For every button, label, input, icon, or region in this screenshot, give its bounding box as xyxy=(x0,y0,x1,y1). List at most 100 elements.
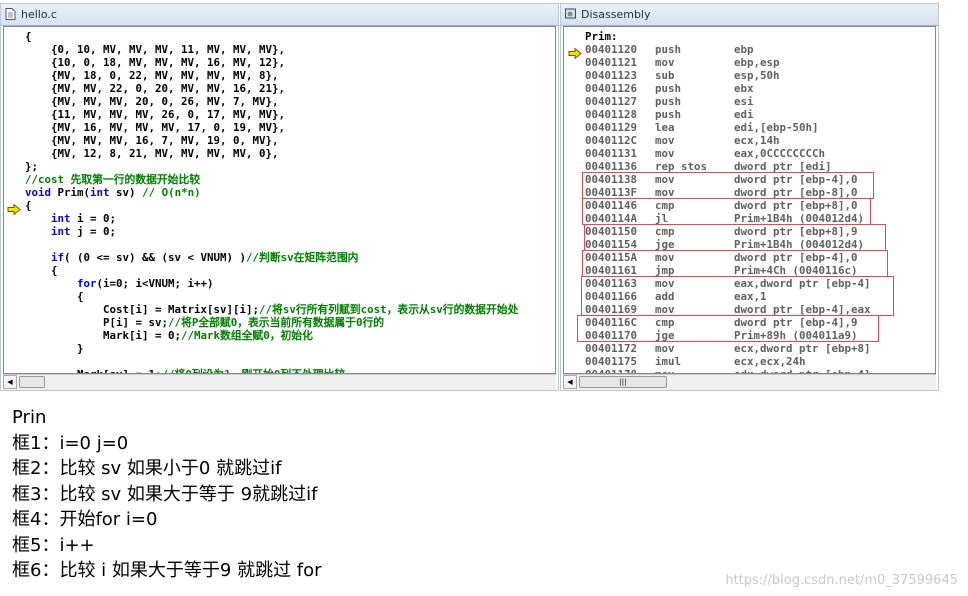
highlight-box xyxy=(582,198,871,225)
scroll-left-button[interactable]: ◀ xyxy=(3,375,17,389)
operands: ebp xyxy=(734,43,754,56)
keyword: int xyxy=(51,225,71,238)
note-line: 框2：比较 sv 如果小于0 就跳过if xyxy=(12,458,282,479)
code-text: { xyxy=(25,199,32,212)
address: 00401175 xyxy=(585,355,638,368)
code-line: { xyxy=(25,290,84,303)
code-text: }; xyxy=(25,160,39,173)
code-text: {10, 0, 18, MV, MV, MV, 16, MV, 12}, xyxy=(25,56,286,69)
scroll-thumb[interactable] xyxy=(19,376,45,388)
code-text: {MV, MV, 22, 0, 20, MV, MV, 16, 21}, xyxy=(25,82,286,95)
mnemonic: push xyxy=(655,82,682,95)
code-line: { xyxy=(25,30,32,43)
highlight-box xyxy=(577,315,879,342)
disassembly-row[interactable]: 00401121 mov ebp,esp xyxy=(564,56,934,69)
mnemonic: push xyxy=(655,43,682,56)
code-text: { xyxy=(25,290,84,303)
mnemonic: push xyxy=(655,108,682,121)
code-line: int i = 0; xyxy=(25,212,116,225)
code-line: {MV, MV, 22, 0, 20, MV, MV, 16, 21}, xyxy=(25,82,285,95)
code-line: Mark[i] = 0;//Mark数组全赋0，初始化 xyxy=(25,329,313,342)
mnemonic: imul xyxy=(655,355,682,368)
disassembly-row[interactable]: 00401123 sub esp,50h xyxy=(564,69,934,82)
disassembly-row[interactable]: 00401129 lea edi,[ebp-50h] xyxy=(564,121,934,134)
disassembly-row[interactable]: 00401128 push edi xyxy=(564,108,934,121)
note-line: 框6：比较 i 如果大于等于9 就跳过 for xyxy=(12,560,322,581)
current-line-arrow-icon xyxy=(7,200,21,216)
mnemonic: mov xyxy=(655,342,675,355)
note-line: 框3：比较 sv 如果大于等于 9就跳过if xyxy=(12,483,318,505)
address: 00401128 xyxy=(585,108,638,121)
code-text: i = 0; xyxy=(70,212,117,225)
code-text: { xyxy=(25,264,58,277)
address: 00401120 xyxy=(585,43,638,56)
code-text: (i=0; i<VNUM; i++) xyxy=(96,277,214,290)
disassembly-row[interactable]: 00401175 imul ecx,ecx,24h xyxy=(564,355,934,368)
keyword: int xyxy=(51,212,71,225)
code-text: ( (0 <= sv) && (sv < VNUM) ) xyxy=(64,251,247,264)
highlight-box xyxy=(582,172,874,199)
keyword: if xyxy=(51,251,65,264)
comment: //cost 先取第一行的数据开始比较 xyxy=(25,173,201,186)
horizontal-scrollbar[interactable]: ◀ xyxy=(3,374,556,390)
code-text: {MV, 16, MV, MV, MV, 17, 0, 19, MV}, xyxy=(25,121,286,134)
note-line: 框1：i=0 j=0 xyxy=(12,432,129,454)
source-title: hello.c xyxy=(21,8,57,21)
code-line: { xyxy=(25,199,32,212)
keyword: for xyxy=(77,277,97,290)
instruction-pointer-arrow-icon xyxy=(568,44,582,60)
code-text: Cost[i] = Matrix[sv][i]; xyxy=(25,303,260,316)
disassembly-row[interactable]: 00401127 push esi xyxy=(564,95,934,108)
address: 00401126 xyxy=(585,82,638,95)
comment: //Mark数组全赋0，初始化 xyxy=(181,329,313,342)
code-text: j = 0; xyxy=(70,225,117,238)
mnemonic: mov xyxy=(655,147,675,160)
disassembly-row[interactable]: 00401120 push ebp xyxy=(564,43,934,56)
address: 0040112C xyxy=(585,134,638,147)
mnemonic: mov xyxy=(655,134,675,147)
operands: eax,0CCCCCCCCh xyxy=(734,147,826,160)
disassembly-icon xyxy=(565,8,576,19)
disassembly-row[interactable]: 00401126 push ebx xyxy=(564,82,934,95)
disassembly-row[interactable]: 00401131 mov eax,0CCCCCCCCh xyxy=(564,147,934,160)
address: 00401121 xyxy=(585,56,638,69)
disassembly-view[interactable]: Prim: 00401120 push ebp 00401121 mov ebp,esp 00… xyxy=(563,26,936,374)
address: 00401172 xyxy=(585,342,638,355)
comment: //将sv行所有列赋到cost，表示从sv行的数据开始处 xyxy=(259,303,519,316)
disassembly-row[interactable]: 0040112C mov ecx,14h xyxy=(564,134,934,147)
keyword: int xyxy=(90,186,110,199)
code-text: {0, 10, MV, MV, MV, 11, MV, MV, MV}, xyxy=(25,43,286,56)
note-line: 框4：开始for i=0 xyxy=(12,509,158,530)
code-line: if( (0 <= sv) && (sv < VNUM) )//判断sv在矩阵范… xyxy=(25,251,358,264)
highlight-box xyxy=(584,224,886,251)
notes: Prin 框1：i=0 j=0 框2：比较 sv 如果小于0 就跳过if 框3：比较 … xyxy=(12,405,322,584)
disassembly-titlebar[interactable]: Disassembly xyxy=(561,4,938,26)
mnemonic: sub xyxy=(655,69,675,82)
code-line: //cost 先取第一行的数据开始比较 xyxy=(25,173,200,186)
keyword: void xyxy=(25,186,52,199)
mnemonic: mov xyxy=(655,56,675,69)
code-line: {MV, MV, MV, 20, 0, 26, MV, 7, MV}, xyxy=(25,95,279,108)
watermark: https://blog.csdn.net/m0_37599645 xyxy=(725,573,958,588)
code-line: {0, 10, MV, MV, MV, 11, MV, MV, MV}, xyxy=(25,43,285,56)
code-line: { xyxy=(25,264,58,277)
code-editor[interactable]: { {0, 10, MV, MV, MV, 11, MV, MV, MV}, {… xyxy=(3,26,556,374)
source-titlebar[interactable]: hello.c xyxy=(1,4,558,26)
code-line: Cost[i] = Matrix[sv][i];//将sv行所有列赋到cost，… xyxy=(25,303,518,316)
scroll-thumb[interactable]: ||| xyxy=(579,376,667,388)
code-text: } xyxy=(25,342,84,355)
operands: edi xyxy=(734,108,754,121)
code-line: } xyxy=(25,342,84,355)
code-text: Prim( xyxy=(51,186,91,199)
disassembly-horizontal-scrollbar[interactable]: ◀ ||| xyxy=(563,374,936,390)
code-text: { xyxy=(25,30,32,43)
code-line: {MV, 18, 0, 22, MV, MV, MV, MV, 8}, xyxy=(25,69,279,82)
operands: ecx,dword ptr [ebp+8] xyxy=(734,342,871,355)
disassembly-row[interactable]: 00401172 mov ecx,dword ptr [ebp+8] xyxy=(564,342,934,355)
scroll-left-button[interactable]: ◀ xyxy=(563,375,577,389)
function-label: Prim: xyxy=(585,30,618,43)
mnemonic: push xyxy=(655,95,682,108)
address: 00401131 xyxy=(585,147,638,160)
